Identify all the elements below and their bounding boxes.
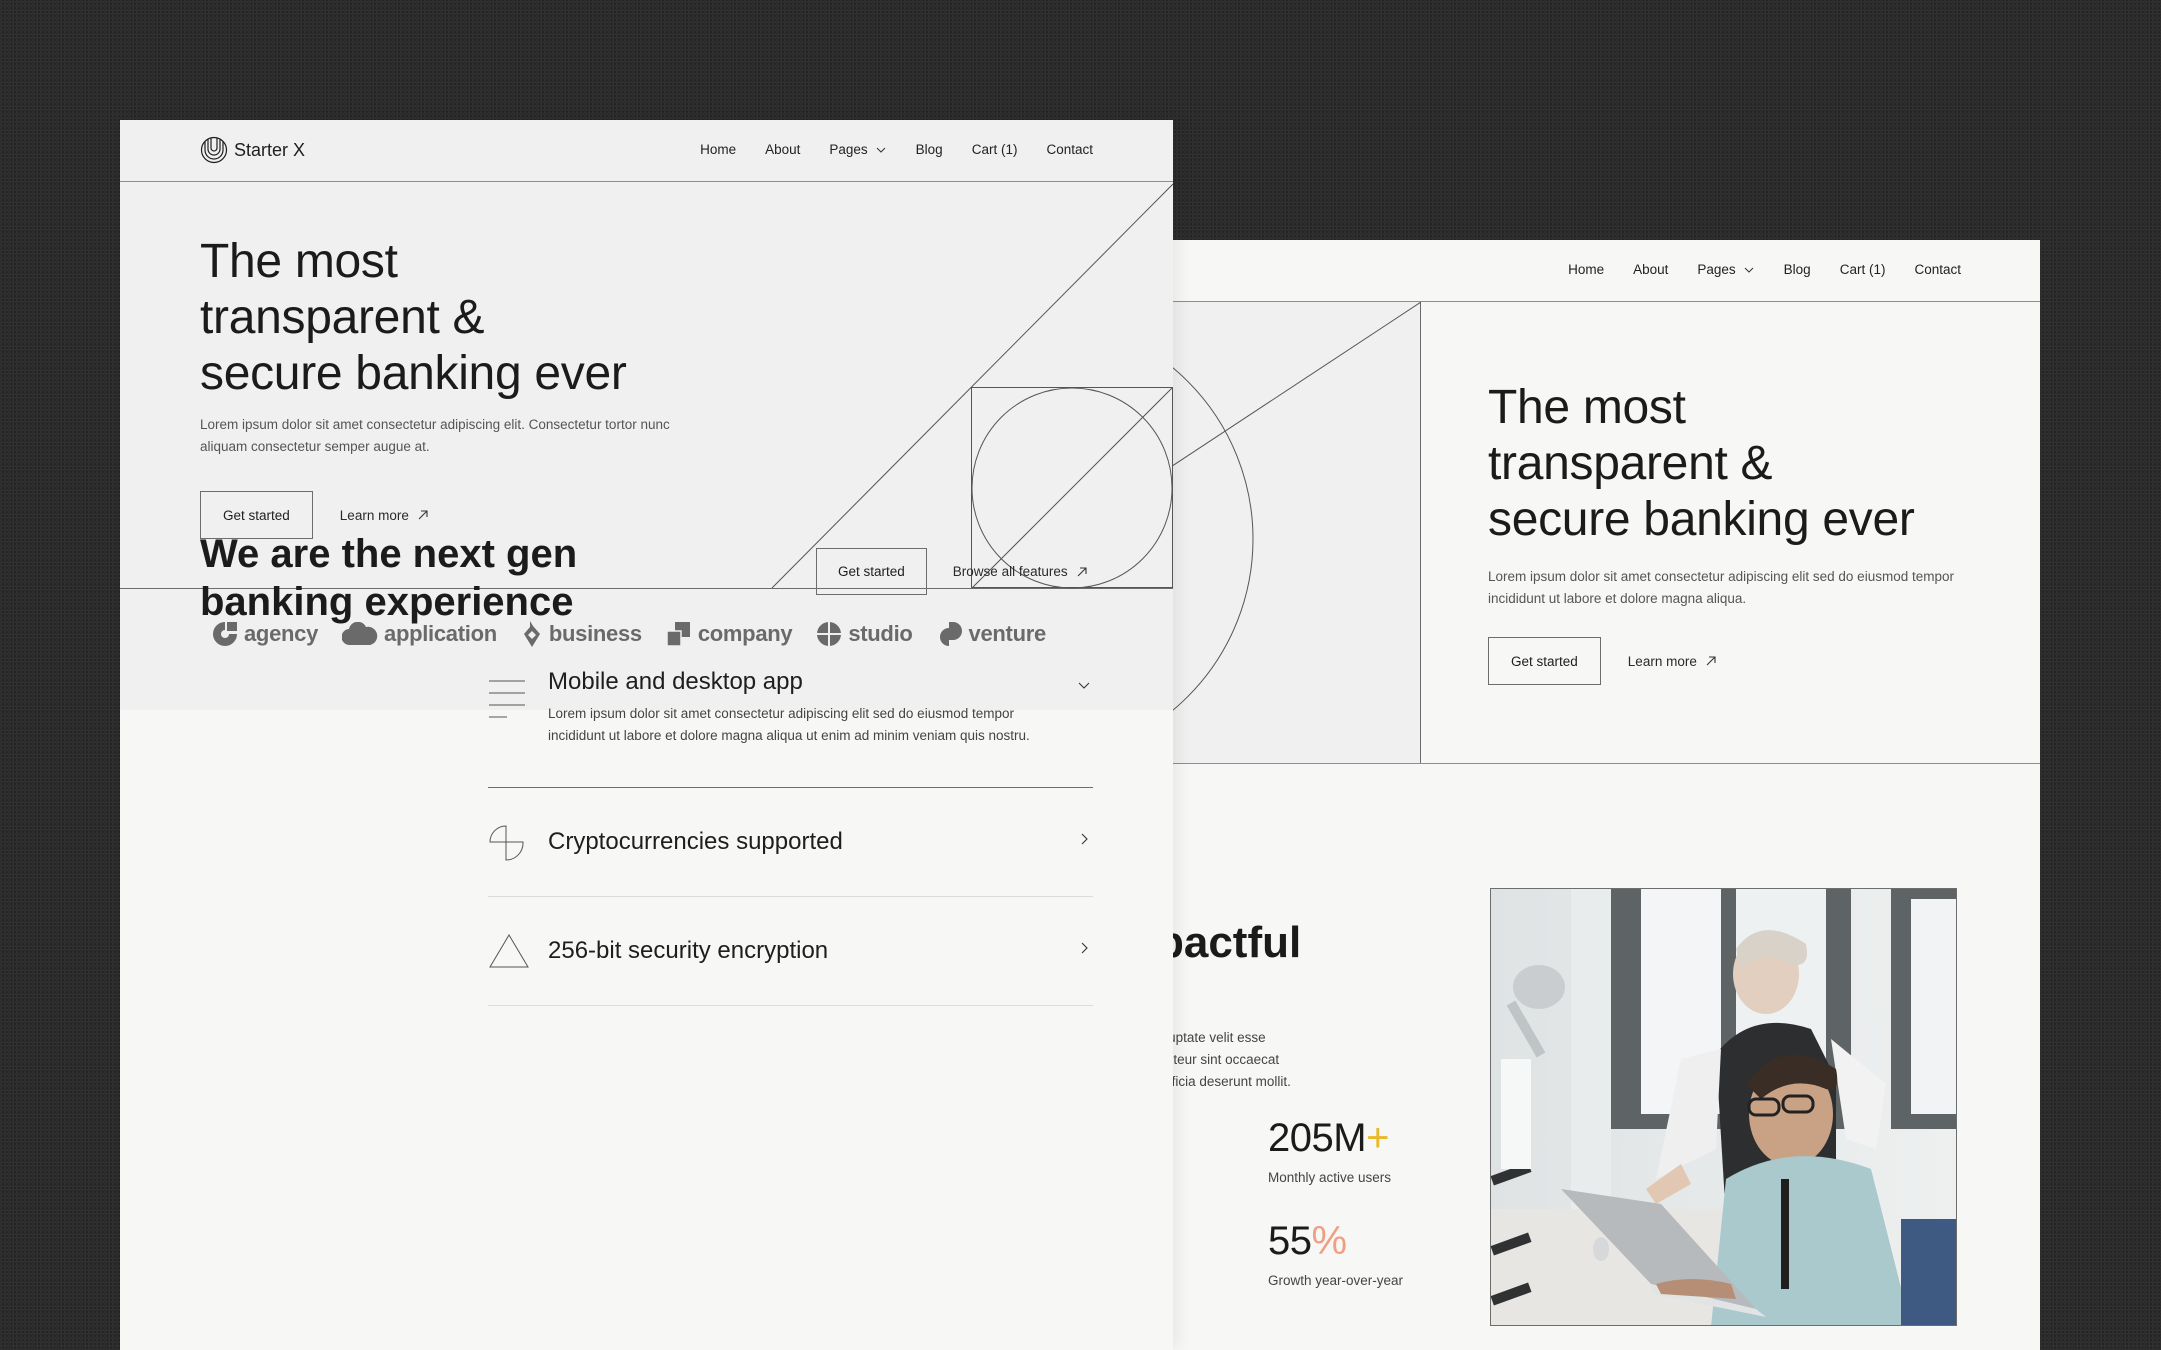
nav-links: Home About Pages Blog Cart (1) Contact [700, 142, 1093, 157]
triangle-icon [489, 934, 529, 968]
team-photo [1490, 888, 1957, 1326]
learn-more-link[interactable]: Learn more [340, 508, 429, 523]
browse-features-label: Browse all features [952, 564, 1068, 579]
office-photo-illustration [1491, 889, 1956, 1325]
feature-item-crypto[interactable]: Cryptocurrencies supported [488, 788, 1093, 897]
hero-section: The most transparent & secure banking ev… [1060, 302, 2040, 764]
venture-logo-icon [939, 622, 962, 646]
nav-pages-label: Pages [829, 142, 868, 157]
nav-home[interactable]: Home [1568, 262, 1604, 277]
stat-monthly-users: 205M+ Monthly active users [1268, 1116, 1391, 1185]
stat-label: Monthly active users [1268, 1170, 1392, 1185]
nav-pages[interactable]: Pages [829, 142, 886, 157]
features-cta: Get started Browse all features [816, 548, 1088, 595]
nav-pages-label: Pages [1697, 262, 1736, 277]
chevron-down-icon [876, 147, 886, 153]
feature-accordion: Mobile and desktop app Lorem ipsum dolor… [488, 666, 1093, 1006]
nav-home[interactable]: Home [700, 142, 736, 157]
stat-label: Growth year-over-year [1268, 1273, 1404, 1288]
brand-studio: studio [816, 621, 913, 647]
get-started-button[interactable]: Get started [816, 548, 927, 595]
feature-item-mobile-app[interactable]: Mobile and desktop app Lorem ipsum dolor… [488, 666, 1093, 788]
chevron-down-icon [1744, 267, 1754, 273]
nav-contact[interactable]: Contact [1046, 142, 1093, 157]
nav-blog[interactable]: Blog [916, 142, 943, 157]
learn-more-label: Learn more [339, 507, 409, 523]
arrow-up-right-icon [418, 510, 428, 520]
brand-venture: venture [937, 621, 1046, 647]
learn-more-label: Learn more [1627, 653, 1697, 669]
hero-subtitle: Lorem ipsum dolor sit amet consectetur a… [200, 417, 670, 454]
brand-company: company [666, 621, 793, 647]
nav-pages[interactable]: Pages [1697, 262, 1754, 277]
navbar: Starter X Home About Pages Blog Cart (1)… [120, 120, 1173, 182]
quarter-circles-icon [489, 825, 524, 861]
concentric-arch-logo-icon [200, 136, 228, 164]
chevron-down-icon[interactable] [1077, 678, 1091, 692]
arrow-up-right-icon [1077, 566, 1087, 576]
get-started-button[interactable]: Get started [1488, 637, 1601, 685]
logo[interactable]: Starter X [200, 136, 305, 164]
hero-content: The most transparent & secure banking ev… [1488, 380, 1988, 685]
hero-title: The most transparent & secure banking ev… [200, 235, 627, 400]
feature-title: 256-bit security encryption [548, 937, 829, 964]
navbar: Home About Pages Blog Cart (1) Contact [1060, 240, 2040, 302]
nav-about[interactable]: About [765, 142, 800, 157]
nav-cart[interactable]: Cart (1) [972, 142, 1018, 157]
chevron-right-icon[interactable] [1077, 832, 1091, 846]
feature-description: Lorem ipsum dolor sit amet consectetur a… [548, 706, 1030, 743]
features-title: We are the next gen banking experience [200, 532, 578, 624]
nav-about[interactable]: About [1633, 262, 1668, 277]
hero-section: The most transparent & secure banking ev… [120, 182, 1173, 589]
hero-content: The most transparent & secure banking ev… [200, 234, 720, 539]
front-page-preview: Starter X Home About Pages Blog Cart (1)… [120, 120, 1173, 1350]
nav-contact[interactable]: Contact [1914, 262, 1961, 277]
nav-cart[interactable]: Cart (1) [1840, 262, 1886, 277]
browse-features-link[interactable]: Browse all features [953, 564, 1088, 579]
nav-links: Home About Pages Blog Cart (1) Contact [1568, 262, 1961, 277]
globe-logo-icon [817, 622, 842, 646]
arrow-up-right-icon [1706, 656, 1716, 666]
chevron-right-icon[interactable] [1077, 941, 1091, 955]
hero-title: The most transparent & secure banking ev… [1488, 381, 1915, 546]
stat-value: 205M+ [1268, 1116, 1389, 1160]
feature-item-encryption[interactable]: 256-bit security encryption [488, 897, 1093, 1006]
logo-text: Starter X [234, 139, 306, 160]
feature-title: Cryptocurrencies supported [548, 828, 843, 855]
feature-title: Mobile and desktop app [548, 668, 803, 695]
stat-growth: 55% Growth year-over-year [1268, 1219, 1403, 1288]
stat-value: 55% [1268, 1219, 1347, 1263]
lines-icon [489, 680, 525, 718]
hero-subtitle: Lorem ipsum dolor sit amet consectetur a… [1488, 569, 1954, 606]
stats-section: ave impactful ers r in reprehenderit in … [1060, 764, 2040, 1350]
back-page-preview: Home About Pages Blog Cart (1) Contact T… [1060, 240, 2040, 1350]
nav-blog[interactable]: Blog [1784, 262, 1811, 277]
learn-more-link[interactable]: Learn more [1628, 654, 1717, 669]
squares-logo-icon [666, 622, 690, 647]
